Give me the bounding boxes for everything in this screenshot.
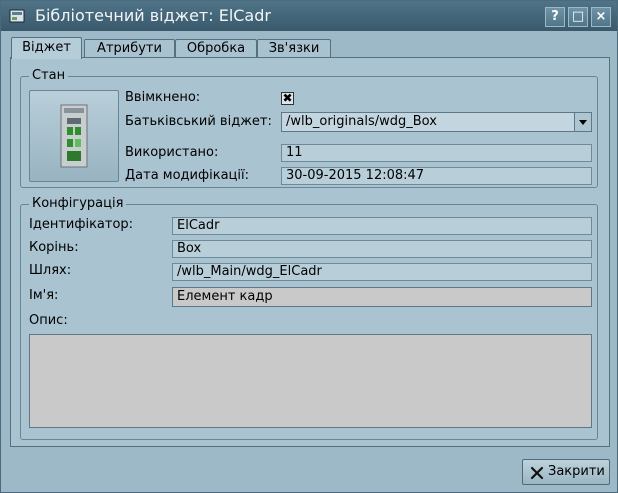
window-title: Бібліотечний віджет: ElCadr [35, 6, 271, 25]
description-label: Опис: [29, 313, 68, 328]
tab-attributes[interactable]: Атрибути [84, 39, 175, 57]
id-field: ElCadr [172, 217, 592, 235]
tab-panel: Стан Ввімкнено: ✖ Батьківський віджет: /… [10, 57, 610, 447]
path-field: /wlb_Main/wdg_ElCadr [172, 263, 592, 281]
help-button[interactable]: ? [545, 7, 565, 27]
parent-widget-select[interactable]: /wlb_originals/wdg_Box [281, 112, 592, 132]
close-button-label: Закрити [548, 464, 605, 479]
enabled-checkbox[interactable]: ✖ [281, 92, 294, 105]
name-input[interactable]: Елемент кадр [172, 287, 592, 307]
tab-widget[interactable]: Віджет [11, 37, 82, 59]
close-button[interactable]: Закрити [522, 459, 610, 485]
tab-processing[interactable]: Обробка [175, 39, 257, 57]
state-group-title: Стан [29, 68, 69, 84]
description-textarea[interactable] [29, 334, 592, 428]
root-label: Корінь: [29, 240, 79, 255]
parent-widget-value: /wlb_originals/wdg_Box [286, 114, 437, 129]
root-field: Box [172, 240, 592, 258]
modified-label: Дата модифікації: [125, 168, 249, 183]
enabled-label: Ввімкнено: [125, 90, 201, 105]
used-field: 11 [281, 144, 592, 162]
close-window-button[interactable]: × [591, 7, 611, 27]
id-label: Ідентифікатор: [29, 217, 134, 232]
used-label: Використано: [125, 145, 219, 160]
title-bar: Бібліотечний віджет: ElCadr ? □ × [1, 1, 617, 31]
name-label: Ім'я: [29, 288, 59, 303]
tab-links[interactable]: Зв'язки [257, 39, 331, 57]
path-label: Шлях: [29, 263, 72, 278]
parent-widget-label: Батьківський віджет: [125, 114, 272, 129]
close-x-icon [530, 465, 544, 480]
widget-preview-icon[interactable] [29, 90, 119, 182]
app-logo-icon [9, 8, 25, 24]
library-widget-dialog: Бібліотечний віджет: ElCadr ? □ × Віджет… [0, 0, 618, 493]
modified-field: 30-09-2015 12:08:47 [281, 167, 592, 185]
maximize-button[interactable]: □ [568, 7, 588, 27]
chevron-down-icon[interactable] [574, 113, 591, 131]
config-group-title: Конфігурація [29, 196, 127, 212]
